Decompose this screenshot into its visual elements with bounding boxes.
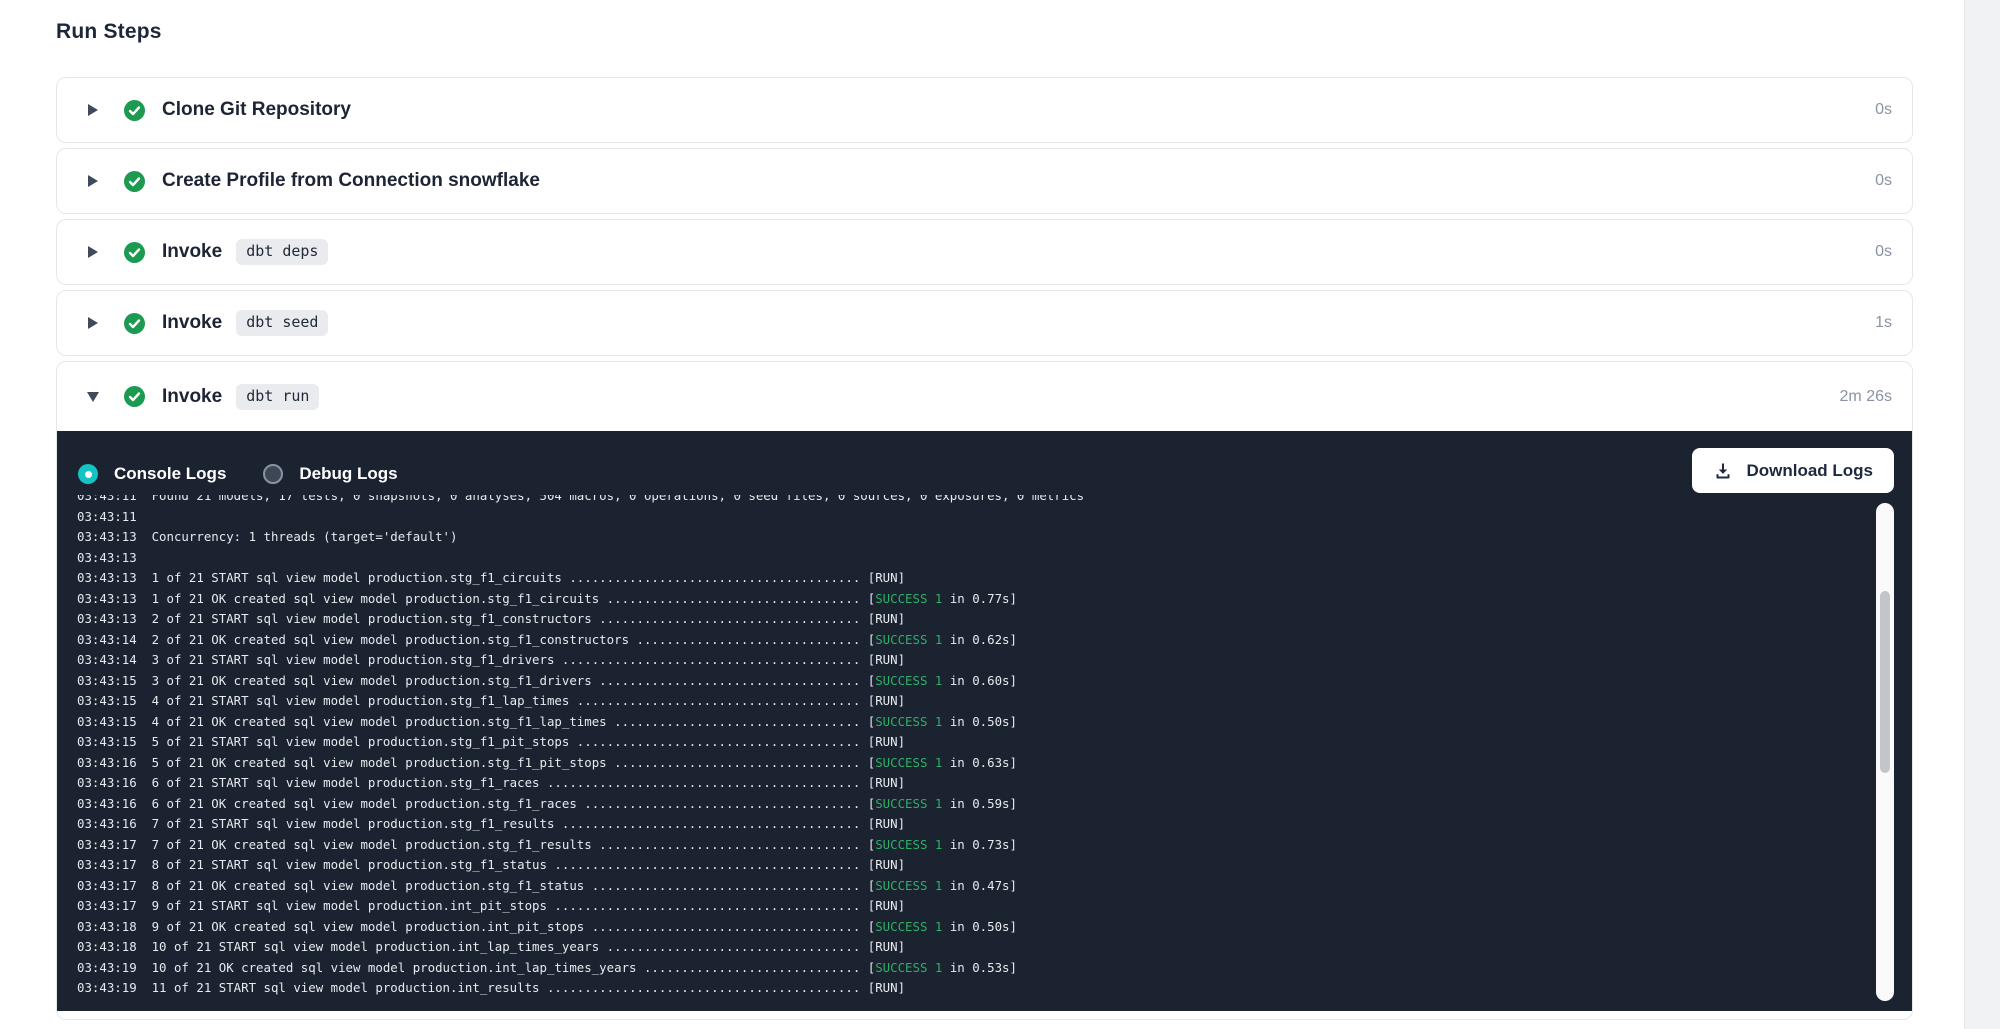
log-line: 03:43:19 10 of 21 OK created sql view mo… (77, 958, 1812, 979)
download-icon (1713, 461, 1733, 481)
log-line: 03:43:15 3 of 21 OK created sql view mod… (77, 671, 1812, 692)
step-label: Create Profile from Connection snowflake (162, 170, 540, 192)
step-row-dbt-deps[interactable]: Invoke dbt deps 0s (57, 220, 1912, 284)
radio-unselected-icon (263, 464, 283, 484)
run-steps-list: Clone Git Repository 0s Create Profile f… (56, 77, 1913, 1020)
log-line: 03:43:15 4 of 21 OK created sql view mod… (77, 712, 1812, 733)
success-check-icon (124, 313, 145, 334)
log-line: 03:43:18 10 of 21 START sql view model p… (77, 937, 1812, 958)
step-row-clone-git-repository[interactable]: Clone Git Repository 0s (57, 78, 1912, 142)
step-duration: 0s (1875, 172, 1892, 190)
log-line: 03:43:17 8 of 21 OK created sql view mod… (77, 876, 1812, 897)
step-row-dbt-run[interactable]: Invoke dbt run 2m 26s (57, 362, 1912, 431)
step-card-clone-git-repository: Clone Git Repository 0s (56, 77, 1913, 143)
success-check-icon (124, 386, 145, 407)
console-logs-panel: Console Logs Debug Logs Download Lo (57, 431, 1912, 1011)
log-line: 03:43:14 3 of 21 START sql view model pr… (77, 650, 1812, 671)
success-check-icon (124, 171, 145, 192)
log-line: 03:43:17 7 of 21 OK created sql view mod… (77, 835, 1812, 856)
success-check-icon (124, 100, 145, 121)
step-card-dbt-seed: Invoke dbt seed 1s (56, 290, 1913, 356)
log-line: 03:43:13 1 of 21 OK created sql view mod… (77, 589, 1812, 610)
log-line: 03:43:16 6 of 21 START sql view model pr… (77, 773, 1812, 794)
chevron-right-icon[interactable] (87, 317, 99, 329)
radio-selected-icon (78, 464, 98, 484)
chevron-right-icon[interactable] (87, 104, 99, 116)
step-duration: 0s (1875, 101, 1892, 119)
step-row-dbt-seed[interactable]: Invoke dbt seed 1s (57, 291, 1912, 355)
run-steps-section: Run Steps Clone Git Repository 0s Create… (56, 20, 1913, 1025)
log-line: 03:43:13 1 of 21 START sql view model pr… (77, 568, 1812, 589)
step-label: Invoke (162, 386, 222, 408)
step-label: Invoke (162, 312, 222, 334)
log-line: 03:43:13 2 of 21 START sql view model pr… (77, 609, 1812, 630)
step-card-dbt-run: Invoke dbt run 2m 26s Console Logs Debug… (56, 361, 1913, 1020)
step-card-create-profile: Create Profile from Connection snowflake… (56, 148, 1913, 214)
step-command-badge: dbt run (236, 384, 319, 410)
log-line: 03:43:13 (77, 548, 1812, 569)
step-label: Invoke (162, 241, 222, 263)
chevron-right-icon[interactable] (87, 175, 99, 187)
log-line: 03:43:15 4 of 21 START sql view model pr… (77, 691, 1812, 712)
log-line: 03:43:13 Concurrency: 1 threads (target=… (77, 527, 1812, 548)
log-line: 03:43:19 11 of 21 START sql view model p… (77, 978, 1812, 999)
scrollbar-track[interactable] (1876, 503, 1894, 1001)
page-title: Run Steps (56, 20, 1913, 44)
log-line: 03:43:15 5 of 21 START sql view model pr… (77, 732, 1812, 753)
log-type-radio-group: Console Logs Debug Logs (78, 464, 398, 484)
chevron-right-icon[interactable] (87, 246, 99, 258)
step-duration: 2m 26s (1840, 388, 1892, 406)
log-line: 03:43:14 2 of 21 OK created sql view mod… (77, 630, 1812, 651)
radio-label: Debug Logs (299, 464, 397, 484)
success-check-icon (124, 242, 145, 263)
log-line: 03:43:16 7 of 21 START sql view model pr… (77, 814, 1812, 835)
step-row-create-profile[interactable]: Create Profile from Connection snowflake… (57, 149, 1912, 213)
radio-debug-logs[interactable]: Debug Logs (263, 464, 397, 484)
step-label: Clone Git Repository (162, 99, 351, 121)
download-logs-button[interactable]: Download Logs (1692, 448, 1894, 493)
log-line: 03:43:17 8 of 21 START sql view model pr… (77, 855, 1812, 876)
radio-console-logs[interactable]: Console Logs (78, 464, 226, 484)
log-line: 03:43:16 5 of 21 OK created sql view mod… (77, 753, 1812, 774)
radio-label: Console Logs (114, 464, 226, 484)
scrollbar-thumb[interactable] (1880, 591, 1890, 773)
step-duration: 1s (1875, 314, 1892, 332)
log-line: 03:43:18 9 of 21 OK created sql view mod… (77, 917, 1812, 938)
step-command-badge: dbt seed (236, 310, 328, 336)
chevron-down-icon[interactable] (87, 392, 99, 402)
download-logs-label: Download Logs (1746, 461, 1873, 481)
console-log-output[interactable]: 03:43:11 Found 21 models, 17 tests, 0 sn… (77, 495, 1812, 1005)
page-edge-gutter (1964, 0, 2000, 1029)
log-line: 03:43:17 9 of 21 START sql view model pr… (77, 896, 1812, 917)
log-line: 03:43:11 Found 21 models, 17 tests, 0 sn… (77, 495, 1812, 507)
step-command-badge: dbt deps (236, 239, 328, 265)
step-duration: 0s (1875, 243, 1892, 261)
log-line: 03:43:16 6 of 21 OK created sql view mod… (77, 794, 1812, 815)
step-card-dbt-deps: Invoke dbt deps 0s (56, 219, 1913, 285)
log-line: 03:43:11 (77, 507, 1812, 528)
